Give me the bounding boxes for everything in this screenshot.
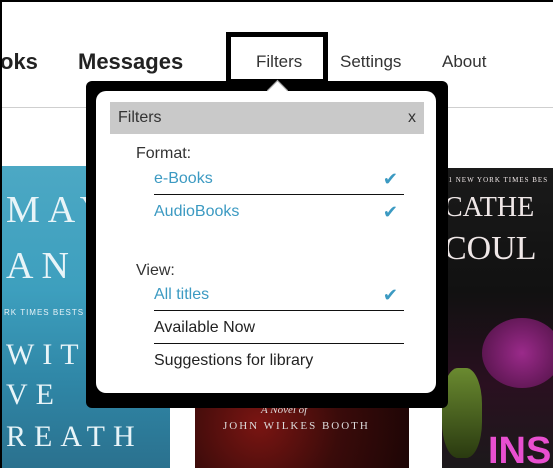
cover-left-small: RK TIMES BESTS (4, 308, 85, 317)
format-option-audiobooks-label: AudioBooks (154, 203, 240, 220)
view-option-suggestions[interactable]: Suggestions for library (154, 345, 404, 377)
book-cover-right[interactable]: #1 NEW YORK TIMES BES CATHE COUL INSI (442, 168, 553, 468)
filters-popup: Filters x Format: e-Books ✔ AudioBooks ✔… (86, 81, 448, 408)
filters-popup-panel: Filters x Format: e-Books ✔ AudioBooks ✔… (96, 91, 436, 393)
cover-right-leaf (442, 368, 482, 458)
format-option-ebooks-label: e-Books (154, 169, 213, 187)
nav-settings[interactable]: Settings (340, 46, 401, 78)
cover-right-line2: COUL (444, 230, 537, 267)
nav-books[interactable]: oks (2, 46, 38, 78)
cover-left-text-4: VE (6, 378, 62, 411)
close-button[interactable]: x (408, 109, 416, 127)
view-option-all-titles[interactable]: All titles ✔ (154, 279, 404, 311)
nav-messages[interactable]: Messages (78, 46, 183, 78)
view-option-all-titles-label: All titles (154, 285, 210, 303)
view-option-suggestions-label: Suggestions for library (154, 352, 314, 369)
cover-left-text-2: AN (6, 245, 77, 287)
filters-popup-header: Filters x (110, 102, 424, 134)
cover-left-text-5: REATH (6, 420, 143, 453)
view-label: View: (136, 262, 175, 279)
view-option-available-now-label: Available Now (154, 318, 256, 336)
filters-highlight-box (226, 32, 328, 84)
filters-popup-title: Filters (118, 109, 162, 126)
cover-right-small: #1 NEW YORK TIMES BES (444, 176, 549, 184)
checkmark-icon: ✔ (382, 202, 398, 222)
cover-right-line3: INSI (488, 430, 553, 468)
cover-right-flower (482, 318, 553, 388)
cover-right-line1: CATHE (444, 192, 535, 223)
nav-about[interactable]: About (442, 46, 486, 78)
cover-left-text-3: WIT (6, 338, 87, 371)
format-option-audiobooks[interactable]: AudioBooks ✔ (154, 196, 404, 228)
app-frame: oks Messages Filters Settings About MAY … (0, 0, 553, 468)
cover-mid-line2: JOHN WILKES BOOTH (223, 420, 370, 432)
checkmark-icon: ✔ (382, 168, 398, 189)
format-option-ebooks[interactable]: e-Books ✔ (154, 163, 404, 195)
format-label: Format: (136, 145, 192, 162)
view-option-available-now[interactable]: Available Now (154, 312, 404, 344)
checkmark-icon: ✔ (382, 284, 398, 305)
